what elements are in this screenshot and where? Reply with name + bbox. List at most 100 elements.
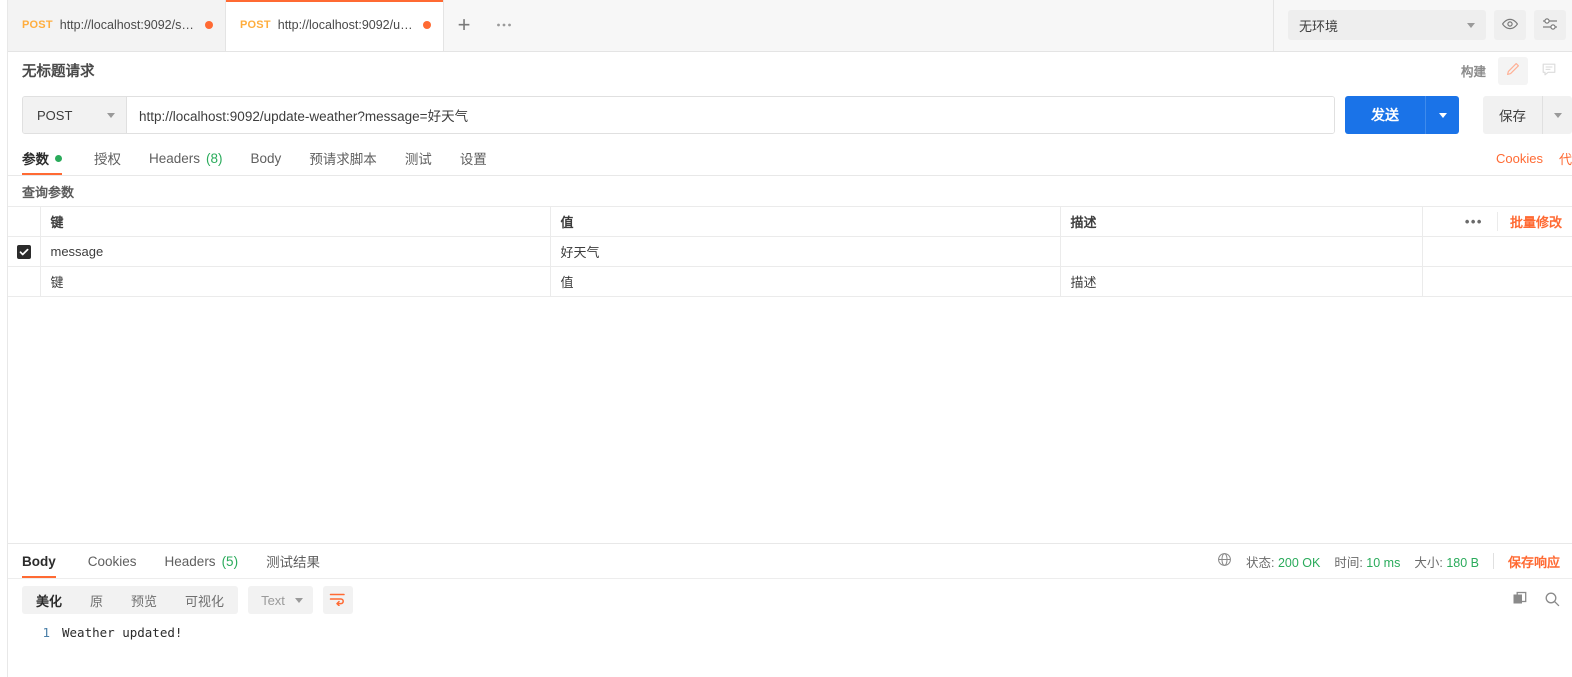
- environment-select-value: 无环境: [1299, 18, 1339, 34]
- environment-settings-button[interactable]: [1534, 10, 1566, 40]
- request-section-tabs: 参数 授权 Headers (8) Body 预请求脚本 测试 设置 Cooki…: [8, 141, 1572, 176]
- unsaved-dot-icon[interactable]: [205, 21, 213, 29]
- params-modified-dot-icon: [55, 154, 62, 162]
- query-params-table-body: message 好天气 键 值 描述: [8, 236, 1572, 297]
- send-button-group: 发送: [1345, 96, 1459, 134]
- row-checkbox-cell: [8, 236, 41, 267]
- bulk-edit-button[interactable]: 批量修改: [1496, 212, 1562, 231]
- save-options-button[interactable]: [1542, 96, 1572, 134]
- view-preview[interactable]: 预览: [117, 586, 171, 614]
- environment-quick-look-button[interactable]: [1494, 10, 1526, 40]
- tab-tests-label: 测试: [404, 152, 432, 167]
- response-tab-headers-count: (5): [221, 553, 239, 569]
- globe-icon: [1217, 552, 1232, 570]
- response-section-tabs: Body Cookies Headers (5) 测试结果 状态: 200 OK…: [8, 544, 1572, 579]
- save-button-group: 保存: [1483, 96, 1572, 134]
- save-button[interactable]: 保存: [1483, 96, 1542, 134]
- code-line: 1 Weather updated!: [8, 625, 1572, 640]
- tab-settings-label: 设置: [459, 152, 487, 167]
- column-value: 值: [549, 206, 1061, 237]
- tab-body[interactable]: Body: [237, 141, 296, 175]
- response-toolbar: 美化 原 预览 可视化 Text: [8, 579, 1572, 621]
- size-label: 大小:: [1414, 555, 1443, 570]
- environment-select[interactable]: 无环境: [1288, 10, 1486, 40]
- query-params-table: 键 值 描述 ••• 批量修改 message 好天气 键 值 描述: [8, 206, 1572, 297]
- url-input-group: POST: [22, 96, 1335, 134]
- response-format-select[interactable]: Text: [248, 586, 313, 614]
- column-actions: ••• 批量修改: [1421, 206, 1572, 237]
- code-link[interactable]: 代: [1559, 149, 1572, 168]
- tab-body-label: Body: [250, 150, 282, 166]
- tab-settings[interactable]: 设置: [446, 141, 501, 175]
- response-tab-headers[interactable]: Headers (5): [151, 544, 253, 578]
- cookies-link[interactable]: Cookies: [1496, 151, 1543, 166]
- row-key[interactable]: message: [39, 236, 551, 267]
- row-description[interactable]: [1059, 236, 1423, 267]
- response-body-viewer[interactable]: 1 Weather updated!: [8, 621, 1572, 677]
- row-checkbox[interactable]: [16, 245, 31, 260]
- view-visualize[interactable]: 可视化: [171, 586, 238, 614]
- table-row: 键 值 描述: [8, 266, 1572, 297]
- response-format-value: Text: [261, 592, 285, 608]
- request-tab-url: http://localhost:9092/subscrib...: [59, 18, 198, 32]
- build-label: 构建: [1460, 65, 1486, 79]
- unsaved-dot-icon[interactable]: [423, 21, 431, 29]
- view-raw[interactable]: 原: [76, 586, 117, 614]
- new-tab-button[interactable]: +: [444, 0, 484, 51]
- response-tab-cookies[interactable]: Cookies: [74, 544, 151, 578]
- search-button[interactable]: [1544, 591, 1560, 610]
- tab-headers[interactable]: Headers (8): [135, 141, 237, 175]
- send-options-button[interactable]: [1425, 96, 1459, 134]
- response-panel: Body Cookies Headers (5) 测试结果 状态: 200 OK…: [8, 543, 1572, 677]
- line-number: 1: [42, 625, 50, 640]
- save-response-button[interactable]: 保存响应: [1508, 552, 1560, 571]
- response-tab-test-results[interactable]: 测试结果: [252, 544, 334, 578]
- time-group: 时间: 10 ms: [1334, 552, 1400, 571]
- tab-authorization[interactable]: 授权: [80, 141, 135, 175]
- response-tab-body[interactable]: Body: [22, 544, 74, 578]
- http-method-value: POST: [37, 107, 73, 123]
- query-params-label: 查询参数: [22, 184, 75, 200]
- http-method-select[interactable]: POST: [23, 97, 127, 133]
- comment-button[interactable]: [1534, 57, 1564, 85]
- chevron-down-icon: [1553, 112, 1562, 118]
- time-value: 10 ms: [1366, 555, 1401, 570]
- edit-request-button[interactable]: [1498, 56, 1528, 85]
- line-text: Weather updated!: [62, 625, 183, 640]
- tab-tests[interactable]: 测试: [391, 141, 446, 175]
- tab-pre-request-script-label: 预请求脚本: [309, 152, 377, 167]
- new-row-value-input[interactable]: 值: [549, 266, 1061, 297]
- send-button[interactable]: 发送: [1345, 96, 1425, 134]
- new-row-description-input[interactable]: 描述: [1059, 266, 1423, 297]
- row-actions: [1421, 236, 1572, 267]
- left-rail: [0, 0, 8, 677]
- chevron-down-icon: [1438, 112, 1447, 118]
- view-pretty[interactable]: 美化: [22, 586, 76, 614]
- tab-params[interactable]: 参数: [22, 141, 80, 175]
- response-tab-cookies-label: Cookies: [87, 553, 137, 569]
- size-group: 大小: 180 B: [1414, 552, 1479, 571]
- request-tab-strip: POST http://localhost:9092/subscrib... P…: [8, 0, 1572, 52]
- comment-icon: [1541, 61, 1557, 80]
- request-tabs-right-links: Cookies 代: [1496, 141, 1572, 175]
- params-more-menu-icon[interactable]: •••: [1465, 214, 1483, 229]
- url-input[interactable]: [127, 97, 1334, 133]
- time-label: 时间:: [1334, 555, 1363, 570]
- copy-button[interactable]: [1512, 591, 1528, 610]
- response-tab-headers-label: Headers: [164, 553, 216, 569]
- params-empty-space: [8, 297, 1572, 543]
- search-icon: [1544, 592, 1560, 610]
- tab-overflow-menu-icon[interactable]: [484, 0, 524, 51]
- column-description: 描述: [1059, 206, 1423, 237]
- column-key: 键: [39, 206, 551, 237]
- row-value[interactable]: 好天气: [549, 236, 1061, 267]
- request-tab-2[interactable]: POST http://localhost:9092/update-...: [226, 0, 444, 51]
- request-tab-1[interactable]: POST http://localhost:9092/subscrib...: [8, 0, 226, 51]
- wrap-text-icon: [329, 592, 346, 609]
- request-tab-method: POST: [22, 19, 53, 31]
- tab-pre-request-script[interactable]: 预请求脚本: [295, 141, 391, 175]
- new-row-key-input[interactable]: 键: [39, 266, 551, 297]
- tab-authorization-label: 授权: [94, 152, 121, 167]
- wrap-text-button[interactable]: [322, 586, 353, 614]
- size-value: 180 B: [1446, 555, 1479, 570]
